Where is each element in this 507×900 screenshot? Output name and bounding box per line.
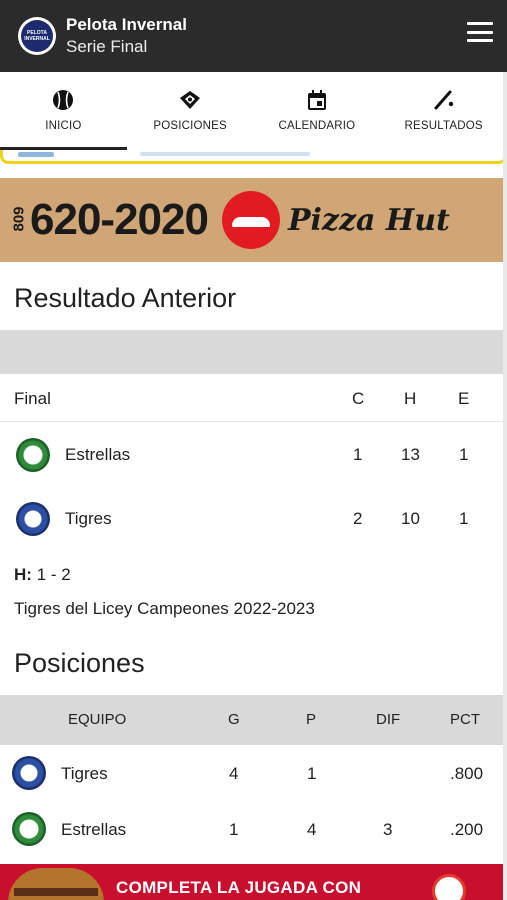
ad-brand-name: Pizza Hut [287, 202, 450, 238]
team-errors: 1 [459, 445, 469, 464]
pizza-hut-ad-banner[interactable]: 809 620-2020 Pizza Hut [0, 178, 503, 262]
tab-calendario[interactable]: CALENDARIO [254, 72, 381, 150]
app-subtitle: Serie Final [66, 37, 148, 56]
tab-label-inicio: INICIO [45, 120, 82, 132]
header-titles: Pelota Invernal Serie Final [66, 14, 187, 58]
col-hits: H [404, 389, 417, 408]
team-losses: 1 [307, 764, 317, 783]
team-wins: 1 [229, 820, 239, 839]
wendys-mascot-icon [432, 874, 466, 900]
team-name: Tigres [65, 509, 112, 528]
app-header: PELOTA INVERNAL Pelota Invernal Serie Fi… [0, 0, 507, 72]
col-losses: P [306, 711, 317, 728]
calendar-icon [307, 90, 326, 110]
estrellas-logo-icon [16, 438, 50, 472]
team-losses: 4 [307, 820, 317, 839]
burger-image [8, 868, 104, 900]
col-team: EQUIPO [68, 711, 127, 728]
series-score: 1 - 2 [36, 565, 71, 584]
estrellas-logo-icon [12, 812, 46, 846]
hamburger-menu-icon[interactable] [467, 22, 493, 42]
col-errors: E [458, 389, 470, 408]
tab-label-posiciones: POSICIONES [153, 120, 227, 132]
banner-fragment [18, 152, 54, 157]
team-games-behind: 3 [383, 820, 393, 839]
scoreboard-header: Final C H E [0, 374, 503, 422]
team-name: Estrellas [61, 820, 127, 839]
tab-inicio[interactable]: INICIO [0, 72, 127, 150]
pelota-invernal-logo[interactable]: PELOTA INVERNAL [18, 17, 56, 55]
pizza-hut-roof-icon [221, 191, 280, 249]
col-wins: G [228, 711, 240, 728]
page-scrollbar[interactable] [503, 72, 507, 900]
team-runs: 1 [353, 445, 363, 464]
standings-header: EQUIPO G P DIF PCT [0, 695, 503, 745]
tab-label-calendario: CALENDARIO [278, 120, 356, 132]
series-summary: H: 1 - 2 [14, 565, 71, 585]
baseball-icon [53, 90, 74, 110]
team-wins: 4 [229, 764, 239, 783]
standings-title: Posiciones [14, 648, 145, 678]
scoreboard-row[interactable]: Estrellas 1 13 1 [0, 422, 503, 486]
team-name: Estrellas [65, 445, 131, 464]
series-label: H: [14, 565, 32, 584]
champion-note: Tigres del Licey Campeones 2022-2023 [14, 599, 315, 618]
col-runs: C [352, 389, 365, 408]
tab-label-resultados: RESULTADOS [404, 120, 483, 132]
banner-fragment-text [140, 152, 310, 156]
scoreboard-row[interactable]: Tigres 2 10 1 [0, 486, 503, 550]
game-status: Final [14, 389, 51, 408]
ad-promo-text: COMPLETA LA JUGADA CON [116, 878, 362, 897]
standings-row[interactable]: Tigres 4 1 .800 [0, 745, 503, 801]
team-hits: 10 [401, 509, 420, 528]
col-pct: PCT [450, 711, 480, 728]
team-pct: .800 [450, 764, 484, 783]
tab-resultados[interactable]: RESULTADOS [380, 72, 507, 150]
previous-result-title: Resultado Anterior [14, 283, 237, 313]
tigres-logo-icon [16, 502, 50, 536]
team-hits: 13 [401, 445, 420, 464]
app-title: Pelota Invernal [66, 15, 187, 34]
standings-row[interactable]: Estrellas 1 4 3 .200 [0, 801, 503, 857]
team-errors: 1 [459, 509, 469, 528]
logo-text: PELOTA INVERNAL [21, 20, 53, 52]
wendys-ad-banner[interactable]: COMPLETA LA JUGADA CON [0, 864, 503, 900]
team-runs: 2 [353, 509, 363, 528]
scrolled-banner-strip [0, 150, 507, 166]
ad-area-code: 809 [10, 205, 28, 231]
col-games-behind: DIF [376, 711, 401, 728]
tab-bar: INICIO POSICIONES CALENDARIO RESULTADOS [0, 72, 507, 150]
team-name: Tigres [61, 764, 108, 783]
tigres-logo-icon [12, 756, 46, 790]
ad-phone-number: 620-2020 [30, 195, 209, 244]
previous-result-grey-bar [0, 330, 503, 374]
team-pct: .200 [450, 820, 484, 839]
diamond-icon [180, 91, 201, 109]
tab-posiciones[interactable]: POSICIONES [127, 72, 254, 150]
bat-icon [434, 90, 453, 110]
